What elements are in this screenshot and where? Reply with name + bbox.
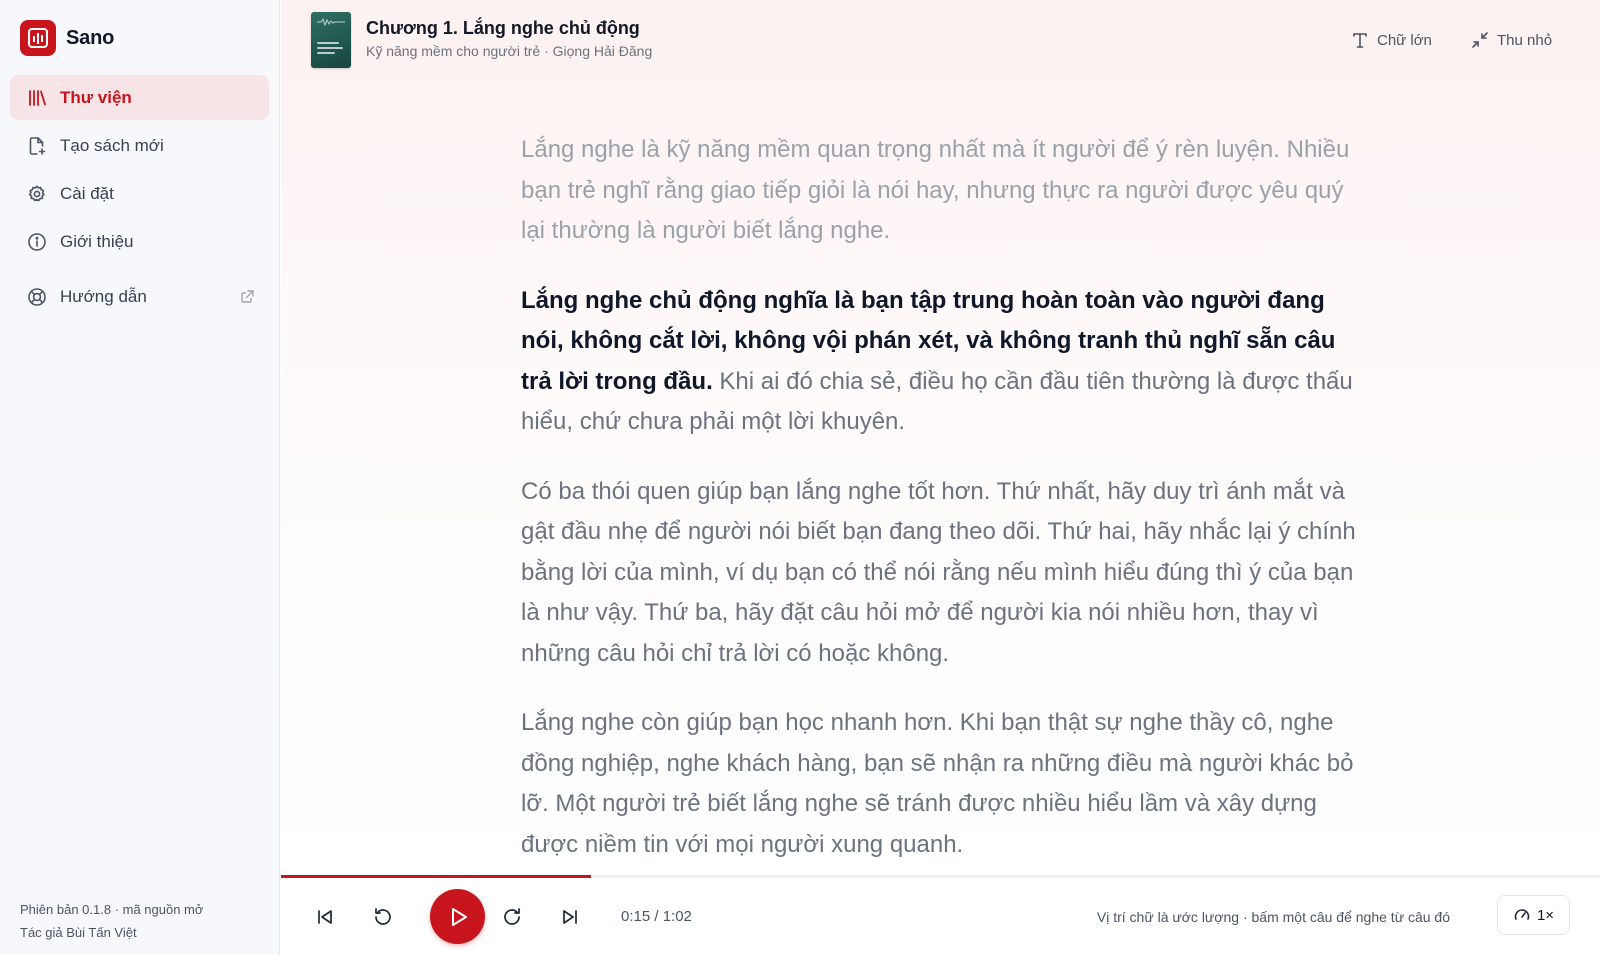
sidebar-item-label: Thư viện: [60, 87, 132, 107]
skip-forward-icon: [563, 910, 577, 924]
minimize-icon: [1472, 32, 1488, 48]
skip-forward-button[interactable]: [558, 905, 582, 929]
paragraph-1[interactable]: Lắng nghe là kỹ năng mềm quan trọng nhất…: [521, 130, 1371, 252]
position-hint: Vị trí chữ là ước lượng · bấm một câu để…: [1096, 909, 1450, 925]
chapter-header: Chương 1. Lắng nghe chủ động Kỹ năng mềm…: [281, 0, 1600, 80]
paragraph-3[interactable]: Có ba thói quen giúp bạn lắng nghe tốt h…: [521, 472, 1371, 675]
book-cover: [311, 12, 351, 68]
rewind-icon: [375, 908, 391, 925]
sidebar-item-label: Tạo sách mới: [60, 135, 164, 155]
playback-speed-value: 1×: [1536, 906, 1555, 924]
sidebar-item-library[interactable]: Thư viện: [10, 75, 269, 120]
new-file-icon: [26, 135, 48, 157]
author-text: Tác giả Bùi Tấn Việt: [20, 925, 137, 940]
text-size-icon: [1353, 33, 1367, 48]
library-icon: [26, 87, 48, 109]
reader-pane: Lắng nghe là kỹ năng mềm quan trọng nhất…: [281, 80, 1600, 875]
collapse-button[interactable]: Thu nhỏ: [1471, 29, 1552, 51]
rewind-button[interactable]: [371, 905, 395, 929]
play-button[interactable]: [430, 889, 485, 944]
forward-icon: [504, 908, 520, 925]
sidebar-item-label: Hướng dẫn: [60, 286, 147, 306]
external-link-icon: [240, 289, 255, 304]
skip-back-button[interactable]: [313, 905, 337, 929]
large-text-button[interactable]: Chữ lớn: [1351, 29, 1432, 51]
sidebar-item-label: Giới thiệu: [60, 231, 134, 251]
app-name: Sano: [66, 26, 115, 49]
skip-back-icon: [318, 910, 332, 924]
gear-icon: [26, 183, 48, 205]
chapter-subtitle: Kỹ năng mềm cho người trẻ · Giọng Hải Đă…: [366, 43, 653, 59]
playback-time: 0:15 / 1:02: [621, 908, 692, 925]
chapter-title: Chương 1. Lắng nghe chủ động: [366, 18, 640, 38]
version-text: Phiên bản 0.1.8 · mã nguồn mở: [20, 902, 204, 917]
paragraph-4[interactable]: Lắng nghe còn giúp bạn học nhanh hơn. Kh…: [521, 703, 1371, 865]
sidebar-item-label: Cài đặt: [60, 183, 114, 203]
sidebar-item-new-book[interactable]: Tạo sách mới: [10, 123, 269, 168]
collapse-label: Thu nhỏ: [1497, 31, 1553, 49]
sidebar-item-settings[interactable]: Cài đặt: [10, 171, 269, 216]
sidebar-item-guide[interactable]: Hướng dẫn: [10, 274, 269, 319]
audio-player: 0:15 / 1:02 Vị trí chữ là ước lượng · bấ…: [281, 878, 1600, 955]
sidebar: Sano Thư viện Tạo sách mới Cài đặt Giới …: [0, 0, 280, 955]
sano-logo-icon: [20, 20, 56, 56]
speedometer-icon: [1514, 909, 1530, 920]
sidebar-footer: Phiên bản 0.1.8 · mã nguồn mở Tác giả Bù…: [20, 898, 203, 944]
sidebar-nav: Thư viện Tạo sách mới Cài đặt Giới thiệu…: [10, 75, 269, 322]
playback-speed-button[interactable]: 1×: [1497, 895, 1570, 935]
chapter-text: Lắng nghe là kỹ năng mềm quan trọng nhất…: [521, 130, 1371, 875]
info-icon: [26, 231, 48, 253]
lifebuoy-icon: [26, 286, 48, 308]
chapter-title-block: Chương 1. Lắng nghe chủ động Kỹ năng mềm…: [366, 18, 652, 59]
paragraph-2[interactable]: Lắng nghe chủ động nghĩa là bạn tập trun…: [521, 281, 1371, 443]
sidebar-item-about[interactable]: Giới thiệu: [10, 219, 269, 264]
play-icon: [451, 907, 467, 926]
brand[interactable]: Sano: [20, 20, 114, 56]
forward-button[interactable]: [500, 905, 524, 929]
large-text-label: Chữ lớn: [1377, 31, 1432, 49]
